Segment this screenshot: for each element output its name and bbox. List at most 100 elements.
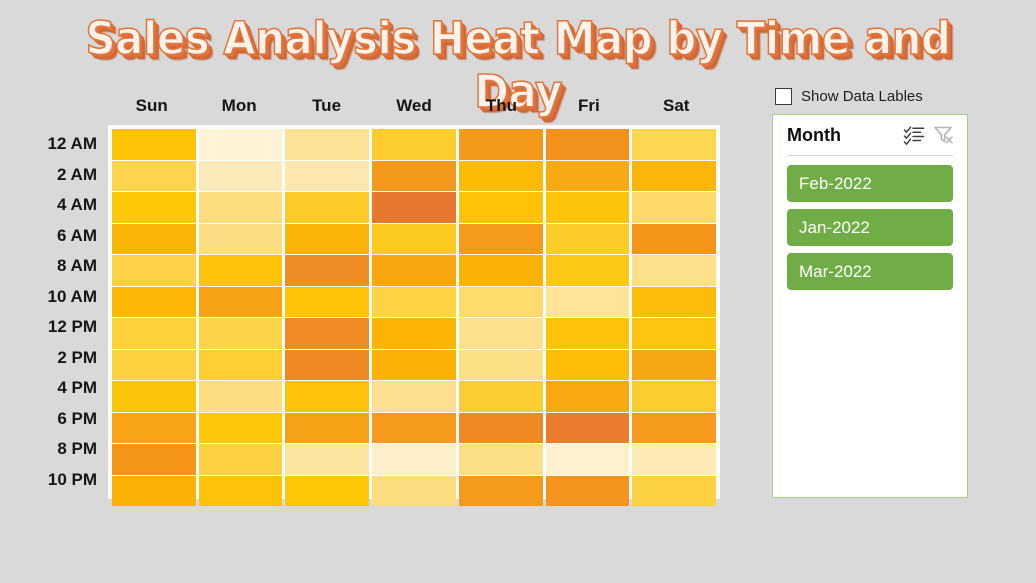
heatmap-cell[interactable]: 0.47 (198, 381, 283, 412)
heatmap-cell[interactable]: 0.43 (372, 381, 456, 412)
heatmap-row: 0.620.580.950.820.440.780.76 (112, 318, 717, 349)
heatmap-cell[interactable]: 0.99 (545, 412, 630, 443)
heatmap-cell[interactable]: 0.88 (372, 160, 456, 191)
heatmap-cell[interactable]: 0.3 (285, 160, 370, 191)
heatmap-cell[interactable]: 0.75 (285, 475, 370, 506)
heatmap-cell[interactable]: 0.65 (458, 381, 543, 412)
heatmap-col-header: Fri (577, 96, 600, 115)
heatmap-cell[interactable]: 0.46 (198, 223, 283, 254)
heatmap-cell[interactable]: 0.68 (545, 223, 630, 254)
clear-filter-icon[interactable] (932, 123, 956, 147)
heatmap-cell[interactable]: 0.68 (372, 129, 456, 160)
heatmap-cell[interactable]: 0.78 (545, 318, 630, 349)
heatmap-cell[interactable]: 0.47 (372, 475, 456, 506)
heatmap-row: 0.590.780.940.850.830.730.44 (112, 255, 717, 286)
heatmap-cell[interactable]: 0.47 (198, 192, 283, 223)
heatmap-plot-area: 0.780.080.420.680.880.920.550.570.240.30… (108, 125, 720, 506)
heatmap-cell[interactable]: 0.75 (198, 412, 283, 443)
heatmap-cell[interactable]: 0.62 (198, 444, 283, 475)
heatmap-row: 0.750.470.6910.770.760.52 (112, 192, 717, 223)
heatmap-cell[interactable]: 0.78 (198, 475, 283, 506)
heatmap-cell[interactable]: 0.55 (632, 129, 717, 160)
heatmap-cell[interactable]: 0.76 (632, 318, 717, 349)
heatmap-cell[interactable]: 0.92 (545, 129, 630, 160)
heatmap-cell[interactable]: 0.39 (545, 286, 630, 317)
heatmap-cell[interactable]: 0.44 (632, 255, 717, 286)
heatmap-cell[interactable]: 0.77 (285, 286, 370, 317)
heatmap-cell[interactable]: 0.45 (458, 349, 543, 380)
heatmap-cell[interactable]: 0.82 (285, 223, 370, 254)
heatmap-cell[interactable]: 0.88 (372, 412, 456, 443)
heatmap-cell[interactable]: 0.61 (632, 475, 717, 506)
heatmap-cell[interactable]: 0.6 (372, 286, 456, 317)
heatmap-cell[interactable]: 0.89 (545, 475, 630, 506)
heatmap-cell[interactable]: 0.64 (198, 349, 283, 380)
heatmap-cell[interactable]: 0.52 (632, 192, 717, 223)
heatmap-cell[interactable]: 0.44 (458, 318, 543, 349)
heatmap-cell[interactable]: 0.62 (112, 318, 196, 349)
heatmap-cell[interactable]: 0.83 (112, 475, 196, 506)
month-slicer[interactable]: Month Feb-2022 Jan-2022 Mar-2022 (772, 114, 968, 498)
slicer-item[interactable]: Mar-2022 (787, 253, 953, 290)
heatmap-cell[interactable]: 0.78 (198, 255, 283, 286)
slicer-item[interactable]: Feb-2022 (787, 165, 953, 202)
heatmap-cell[interactable]: 0.81 (632, 160, 717, 191)
heatmap-row-label: 8 PM (57, 439, 97, 459)
heatmap-cell[interactable]: 0.95 (285, 318, 370, 349)
heatmap-cell[interactable]: 0.18 (372, 444, 456, 475)
heatmap-cell[interactable]: 0.89 (112, 444, 196, 475)
heatmap-cell[interactable]: 0.96 (458, 412, 543, 443)
heatmap-cell[interactable]: 0.58 (198, 318, 283, 349)
heatmap-cell[interactable]: 0.42 (285, 129, 370, 160)
heatmap-cell[interactable]: 0.86 (198, 286, 283, 317)
heatmap-cell[interactable]: 0.87 (458, 223, 543, 254)
heatmap-cell[interactable]: 0.86 (112, 412, 196, 443)
heatmap-cell[interactable]: 0.88 (458, 129, 543, 160)
slicer-item[interactable]: Jan-2022 (787, 209, 953, 246)
heatmap-col-header: Sun (135, 96, 168, 115)
heatmap-cell[interactable]: 0.79 (545, 349, 630, 380)
heatmap-cell[interactable]: 0.81 (112, 286, 196, 317)
show-data-labels-checkbox[interactable] (775, 88, 792, 105)
heatmap-cell[interactable]: 0.89 (632, 223, 717, 254)
heatmap-cell[interactable]: 0.76 (112, 381, 196, 412)
heatmap-cell[interactable]: 1 (372, 192, 456, 223)
heatmap-cell[interactable]: 0.83 (372, 349, 456, 380)
heatmap-cell[interactable]: 0.76 (545, 192, 630, 223)
heatmap-cell[interactable]: 0.26 (632, 444, 717, 475)
multi-select-icon[interactable] (902, 123, 926, 147)
heatmap-cell[interactable]: 0.78 (112, 129, 196, 160)
heatmap-cell[interactable]: 0.84 (545, 381, 630, 412)
heatmap-cell[interactable]: 0.86 (285, 412, 370, 443)
heatmap-cell[interactable]: 0.61 (112, 349, 196, 380)
heatmap-cell[interactable]: 0.82 (372, 318, 456, 349)
heatmap-cell[interactable]: 0.7 (372, 223, 456, 254)
show-data-labels-control[interactable]: Show Data Lables (775, 88, 923, 105)
heatmap-cell[interactable]: 0.24 (198, 160, 283, 191)
heatmap-cell[interactable]: 0.8 (632, 286, 717, 317)
heatmap-cell[interactable]: 0.16 (545, 444, 630, 475)
heatmap-cell[interactable]: 0.77 (458, 192, 543, 223)
heatmap-cell[interactable]: 0.67 (632, 381, 717, 412)
heatmap-cell[interactable]: 0.88 (632, 412, 717, 443)
heatmap-cell[interactable]: 0.78 (285, 381, 370, 412)
heatmap-cell[interactable]: 0.45 (458, 444, 543, 475)
heatmap-cell[interactable]: 0.5 (458, 286, 543, 317)
heatmap-cell[interactable]: 0.75 (112, 192, 196, 223)
heatmap-cell[interactable]: 0.84 (545, 160, 630, 191)
heatmap-cell[interactable]: 0.59 (112, 255, 196, 286)
heatmap-row-label: 12 AM (47, 134, 97, 154)
heatmap-cell[interactable]: 0.83 (458, 255, 543, 286)
heatmap-cell[interactable]: 0.69 (285, 192, 370, 223)
heatmap-cell[interactable]: 0.73 (545, 255, 630, 286)
heatmap-cell[interactable]: 0.08 (198, 129, 283, 160)
heatmap-cell[interactable]: 0.8 (458, 160, 543, 191)
heatmap-cell[interactable]: 0.36 (285, 444, 370, 475)
heatmap-cell[interactable]: 0.57 (112, 160, 196, 191)
heatmap-cell[interactable]: 0.96 (285, 349, 370, 380)
heatmap-cell[interactable]: 0.94 (285, 255, 370, 286)
heatmap-cell[interactable]: 0.85 (632, 349, 717, 380)
heatmap-cell[interactable]: 0.82 (112, 223, 196, 254)
heatmap-cell[interactable]: 0.88 (458, 475, 543, 506)
heatmap-cell[interactable]: 0.85 (372, 255, 456, 286)
